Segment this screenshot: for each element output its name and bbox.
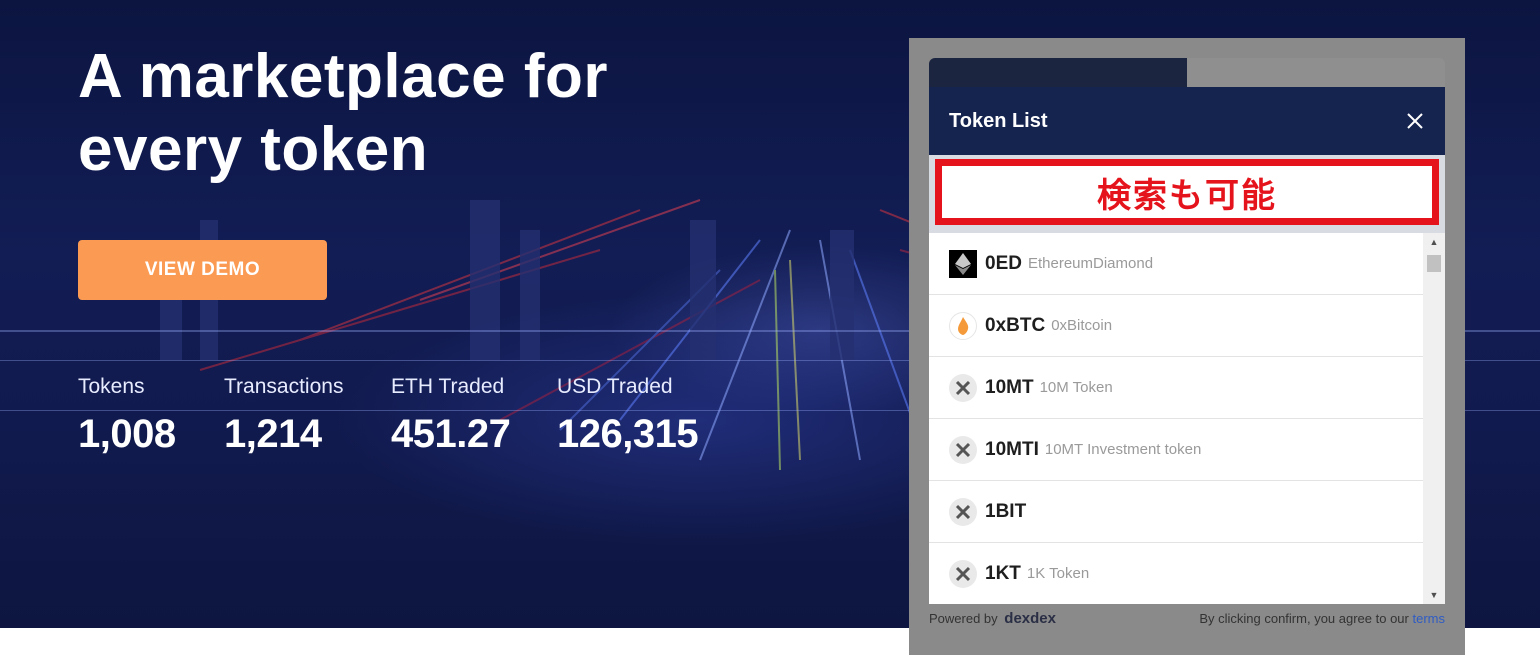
token-symbol: 0ED xyxy=(985,252,1022,274)
x-token-icon xyxy=(949,435,977,464)
token-symbol: 10MT xyxy=(985,376,1034,398)
stat-eth-traded: ETH Traded 451.27 xyxy=(391,374,511,458)
terms-link[interactable]: terms xyxy=(1413,611,1446,626)
tab-buy[interactable] xyxy=(929,58,1187,87)
x-token-icon xyxy=(949,373,977,402)
close-icon[interactable] xyxy=(1405,111,1425,131)
stat-label: USD Traded xyxy=(557,375,673,398)
tab-sell[interactable] xyxy=(1187,58,1445,87)
token-name: 10M Token xyxy=(1039,379,1113,396)
stat-usd-traded: USD Traded 126,315 xyxy=(557,374,699,458)
hero-headline: A marketplace for every token xyxy=(78,40,778,186)
token-row-1bit[interactable]: 1BIT xyxy=(929,481,1423,543)
token-symbol: 1KT xyxy=(985,562,1021,584)
widget-tabs xyxy=(929,58,1445,87)
token-symbol: 1BIT xyxy=(985,500,1027,522)
token-symbol: 10MTI xyxy=(985,438,1039,460)
stat-value: 1,008 xyxy=(78,412,176,456)
token-list-title: Token List xyxy=(949,109,1048,132)
token-row-1kt[interactable]: 1KT 1K Token xyxy=(929,543,1423,604)
token-row-0xbtc[interactable]: 0xBTC 0xBitcoin xyxy=(929,295,1423,357)
token-name: 0xBitcoin xyxy=(1051,317,1113,334)
token-widget: Token List 検索も可能 0ED EthereumDiamond 0xB… xyxy=(909,38,1465,655)
x-token-icon xyxy=(949,559,977,588)
dexdex-logo[interactable]: dexdex xyxy=(1004,610,1056,627)
token-symbol: 0xBTC xyxy=(985,314,1046,336)
scroll-down-arrow-icon[interactable]: ▼ xyxy=(1423,588,1445,602)
headline-line-1: A marketplace for xyxy=(78,42,608,111)
stat-label: Transactions xyxy=(224,375,344,398)
stat-value: 451.27 xyxy=(391,412,511,456)
terms-text: By clicking confirm, you agree to our xyxy=(1199,610,1409,626)
widget-footer: Powered by dexdex By clicking confirm, y… xyxy=(929,604,1445,632)
stat-label: ETH Traded xyxy=(391,375,505,398)
powered-by: Powered by dexdex xyxy=(929,610,1056,627)
token-row-0ed[interactable]: 0ED EthereumDiamond xyxy=(929,233,1423,295)
search-highlight-box: 検索も可能 xyxy=(935,159,1439,225)
powered-by-label: Powered by xyxy=(929,610,998,626)
stat-label: Tokens xyxy=(78,375,145,398)
headline-line-2: every token xyxy=(78,115,429,184)
bitcoin-flame-icon xyxy=(949,311,977,340)
ethereum-icon xyxy=(949,249,977,278)
token-name: EthereumDiamond xyxy=(1027,255,1154,272)
token-list: 0ED EthereumDiamond 0xBTC 0xBitcoin 10MT… xyxy=(929,233,1445,604)
stat-transactions: Transactions 1,214 xyxy=(224,374,343,458)
x-token-icon xyxy=(949,497,977,526)
terms-notice: By clicking confirm, you agree to our te… xyxy=(1199,611,1445,626)
view-demo-button[interactable]: VIEW DEMO xyxy=(78,240,327,300)
search-area: 検索も可能 xyxy=(929,155,1445,233)
stat-value: 1,214 xyxy=(224,412,322,456)
stat-value: 126,315 xyxy=(557,412,699,456)
token-name: 10MT Investment token xyxy=(1044,441,1202,458)
token-row-10mt[interactable]: 10MT 10M Token xyxy=(929,357,1423,419)
scroll-up-arrow-icon[interactable]: ▲ xyxy=(1423,235,1445,249)
token-name: 1K Token xyxy=(1026,565,1090,582)
stat-tokens: Tokens 1,008 xyxy=(78,374,176,458)
token-row-10mti[interactable]: 10MTI 10MT Investment token xyxy=(929,419,1423,481)
list-scrollbar[interactable]: ▲ ▼ xyxy=(1423,233,1445,604)
token-list-header: Token List xyxy=(929,87,1445,155)
token-search-input[interactable] xyxy=(942,166,1432,218)
scroll-thumb[interactable] xyxy=(1427,255,1441,272)
